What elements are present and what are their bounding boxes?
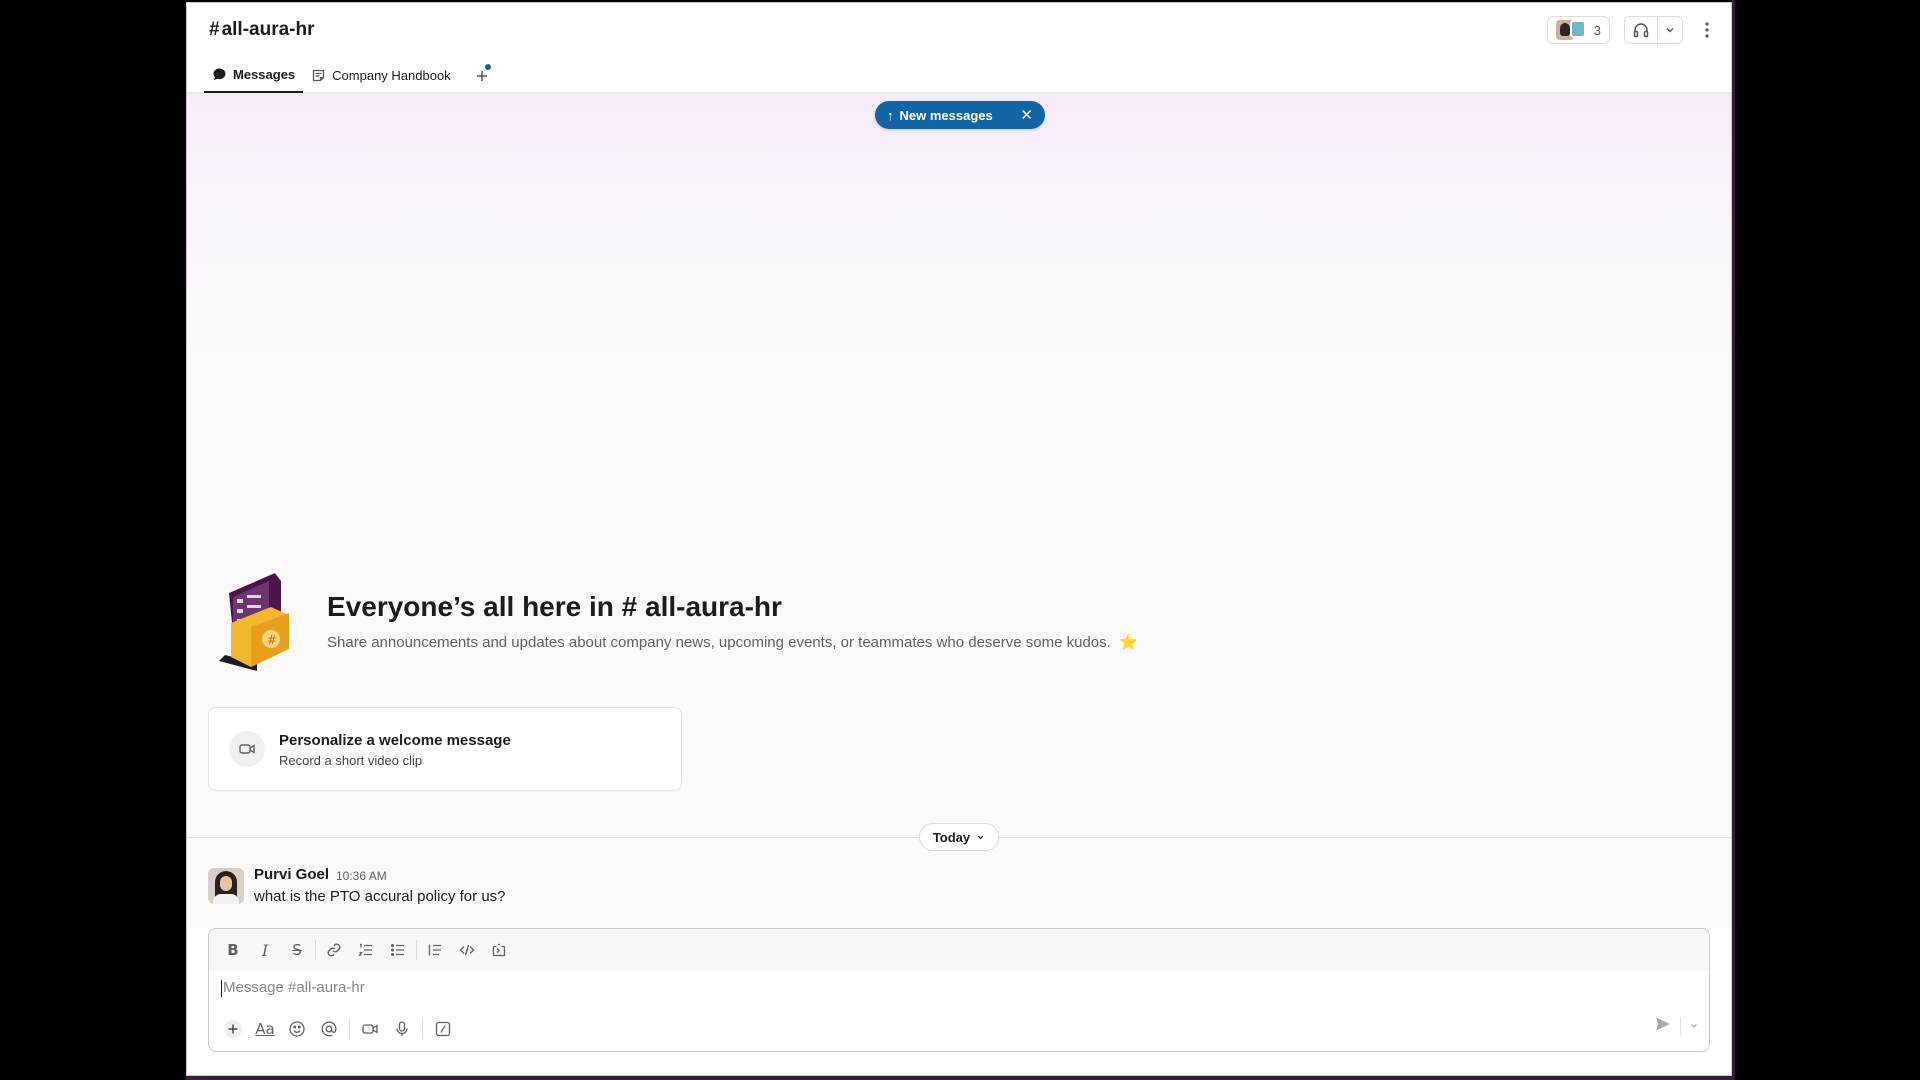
ordered-list-button[interactable] [350,935,382,965]
bulleted-list-button[interactable] [382,935,414,965]
arrow-up-icon: ↑ [887,107,894,123]
channel-name: all-aura-hr [221,19,315,40]
message-pane[interactable]: ↑ New messages ✕ # Everyone’s all here i… [187,93,1731,928]
composer-actions: Aa [217,1013,459,1045]
plus-icon [224,1020,242,1038]
new-messages-label: New messages [899,107,993,123]
message-timestamp[interactable]: 10:36 AM [336,869,387,883]
member-avatar-2 [1569,20,1586,38]
link-button[interactable] [318,935,350,965]
send-icon [1656,1017,1670,1031]
intro-description: Share announcements and updates about co… [327,633,1138,651]
code-block-button[interactable] [483,935,515,965]
tab-messages[interactable]: Messages [204,58,304,93]
window-frame-right [1732,0,1735,1080]
plus-icon [476,70,487,81]
tab-label: Messages [233,67,296,82]
avatar[interactable] [208,868,244,904]
at-sign-icon [321,1021,337,1037]
message-input[interactable]: Message #all-aura-hr [221,979,365,997]
welcome-message-card[interactable]: Personalize a welcome message Record a s… [208,707,682,791]
date-divider-button[interactable]: Today [919,823,999,851]
channel-intro: # Everyone’s all here in # all-aura-hr S… [217,563,1317,683]
tab-label: Company Handbook [332,68,451,83]
emoji-button[interactable] [281,1014,313,1044]
channel-title[interactable]: # all-aura-hr [209,19,315,41]
schedule-send-button[interactable] [1689,1018,1699,1036]
formatting-toolbar: B I S [209,929,1709,971]
welcome-card-subtitle: Record a short video clip [279,753,423,768]
audio-clip-button[interactable] [386,1014,418,1044]
attach-button[interactable] [217,1014,249,1044]
welcome-card-title: Personalize a welcome message [279,732,511,749]
chevron-down-icon [1666,27,1674,33]
video-camera-icon [362,1024,378,1034]
window-frame-bottom [186,1076,1735,1080]
video-camera-icon [229,731,265,767]
channel-folder-illustration: # [219,573,289,671]
tab-company-handbook[interactable]: Company Handbook [303,58,459,93]
message-placeholder: Message #all-aura-hr [223,979,365,996]
send-button[interactable] [1654,1015,1672,1038]
mention-button[interactable] [313,1014,345,1044]
message-composer: B I S Message #all-aura-hr Aa [208,928,1710,1052]
svg-text:#: # [267,633,277,647]
header-actions: 3 [1546,16,1717,44]
emoji-icon [289,1021,305,1037]
video-clip-button[interactable] [354,1014,386,1044]
date-label: Today [932,829,971,845]
link-icon [327,943,341,957]
message-author[interactable]: Purvi Goel [254,866,329,883]
blockquote-button[interactable] [419,935,451,965]
bold-icon: B [227,941,239,959]
chevron-down-icon [977,835,984,839]
text-caret [221,979,222,997]
canvas-doc-icon [313,69,325,82]
bold-button[interactable]: B [217,935,249,965]
formatting-toggle-button[interactable]: Aa [249,1014,281,1044]
strikethrough-button[interactable]: S [281,935,313,965]
members-button[interactable]: 3 [1546,16,1610,44]
add-tab-button[interactable] [467,58,497,93]
huddle-options-button[interactable] [1658,17,1682,43]
star-emoji: ⭐ [1118,634,1138,651]
channel-tabs: Messages Company Handbook [204,58,497,93]
slash-command-icon [435,1021,451,1037]
send-controls [1654,1015,1699,1038]
code-button[interactable] [451,935,483,965]
member-count: 3 [1593,22,1601,38]
huddle-button[interactable] [1625,17,1657,43]
blockquote-icon [428,944,441,956]
message-text: what is the PTO accural policy for us? [254,888,506,905]
notification-dot [484,64,491,70]
code-icon [459,944,475,956]
member-avatars [1555,20,1586,40]
huddle-control [1624,16,1683,44]
chevron-down-icon [1691,1023,1697,1028]
new-messages-banner[interactable]: ↑ New messages ✕ [875,101,1045,129]
channel-header: # all-aura-hr 3 Messages Company Handboo… [187,3,1731,93]
message-item[interactable]: Purvi Goel 10:36 AM what is the PTO accu… [208,866,1408,916]
channel-hash: # [209,19,220,40]
italic-button[interactable]: I [249,935,281,965]
more-options-button[interactable] [1697,16,1717,44]
chat-bubble-icon [213,68,226,80]
ordered-list-icon [358,943,372,956]
intro-title: Everyone’s all here in # all-aura-hr [327,591,782,622]
headphones-icon [1633,23,1649,38]
strikethrough-icon: S [292,941,302,959]
italic-icon: I [261,940,269,960]
intro-description-text: Share announcements and updates about co… [327,634,1111,651]
shortcuts-button[interactable] [427,1014,459,1044]
slack-window: # all-aura-hr 3 Messages Company Handboo… [186,2,1732,1076]
code-block-icon [492,943,506,957]
kebab-menu-icon [1705,22,1709,38]
text-format-icon: Aa [255,1020,275,1038]
microphone-icon [396,1021,408,1036]
close-icon[interactable]: ✕ [1020,106,1033,124]
bulleted-list-icon [390,943,404,957]
